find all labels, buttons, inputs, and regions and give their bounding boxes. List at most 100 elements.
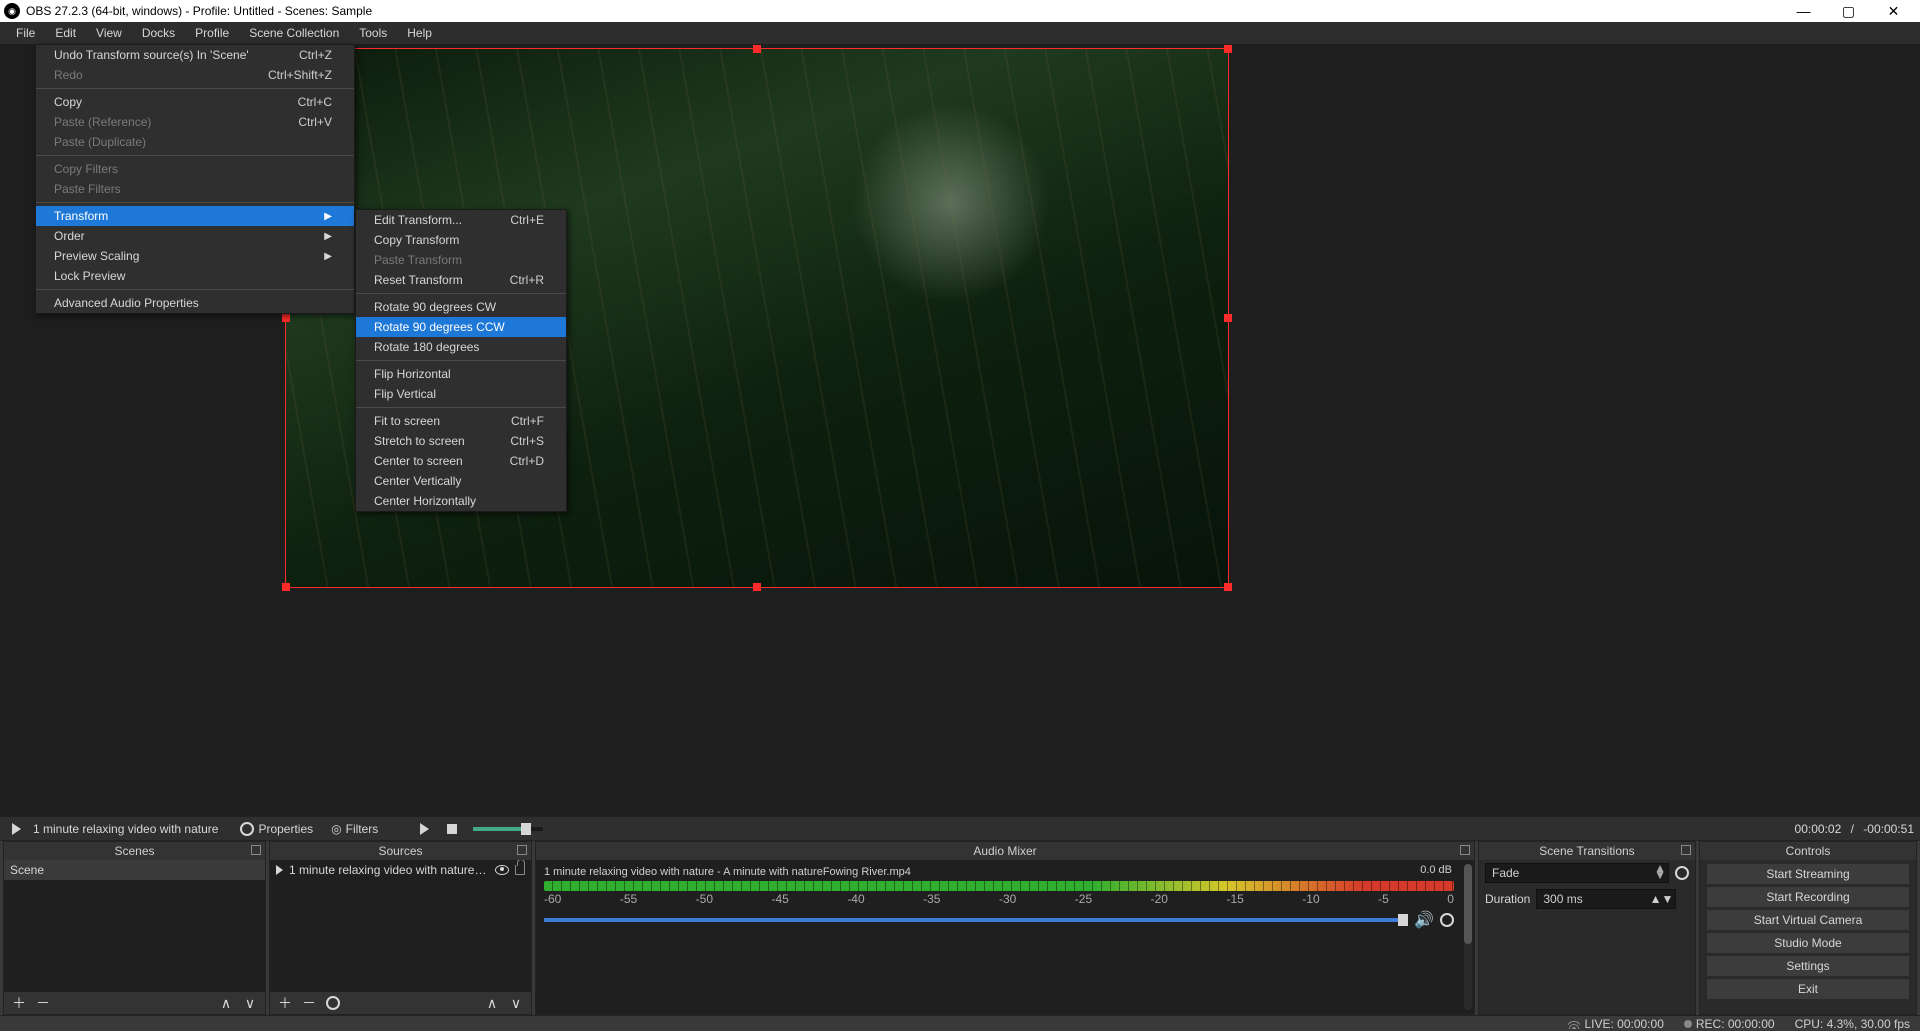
status-rec: REC: 00:00:00 (1696, 1017, 1775, 1031)
edit-menu-item-11[interactable]: Order▶ (36, 226, 354, 246)
transform-menu-item-13[interactable]: Stretch to screenCtrl+S (356, 431, 566, 451)
transform-menu-item-1[interactable]: Copy Transform (356, 230, 566, 250)
menu-edit[interactable]: Edit (45, 22, 86, 44)
controls-panel: Controls Start StreamingStart RecordingS… (1699, 841, 1917, 1015)
control-settings-button[interactable]: Settings (1706, 955, 1910, 977)
menu-scene-collection[interactable]: Scene Collection (239, 22, 349, 44)
mixer-track: 1 minute relaxing video with nature - A … (536, 860, 1474, 934)
edit-menu-item-8: Paste Filters (36, 179, 354, 199)
scene-transitions-panel: Scene Transitions Fade ▲▼ Duration 300 m… (1478, 841, 1696, 1015)
lock-icon[interactable] (515, 865, 525, 875)
audio-meter (544, 881, 1454, 891)
control-exit-button[interactable]: Exit (1706, 978, 1910, 1000)
bottom-panels: Scenes Scene ＋ － ∧ ∨ Sources 1 minute re… (0, 841, 1920, 1015)
edit-menu-dropdown: Undo Transform source(s) In 'Scene'Ctrl+… (35, 44, 355, 314)
transform-menu-item-16[interactable]: Center Horizontally (356, 491, 566, 511)
control-studio-mode-button[interactable]: Studio Mode (1706, 932, 1910, 954)
transform-menu-item-15[interactable]: Center Vertically (356, 471, 566, 491)
volume-slider[interactable] (544, 918, 1408, 922)
transform-menu-item-5[interactable]: Rotate 90 degrees CW (356, 297, 566, 317)
popout-icon[interactable] (1460, 845, 1470, 855)
control-start-streaming-button[interactable]: Start Streaming (1706, 863, 1910, 885)
menu-bar: FileEditViewDocksProfileScene Collection… (0, 22, 1920, 44)
transform-menu-item-6[interactable]: Rotate 90 degrees CCW (356, 317, 566, 337)
transform-menu-item-2: Paste Transform (356, 250, 566, 270)
meter-ticks: -60-55-50-45-40-35-30-25-20-15-10-50 (544, 892, 1454, 906)
transform-submenu-dropdown: Edit Transform...Ctrl+ECopy TransformPas… (355, 209, 567, 512)
duration-input[interactable]: 300 ms ▲▼ (1536, 889, 1676, 909)
transform-menu-item-0[interactable]: Edit Transform...Ctrl+E (356, 210, 566, 230)
duration-label: Duration (1485, 892, 1530, 906)
media-seek-slider[interactable] (473, 827, 543, 831)
edit-menu-item-0[interactable]: Undo Transform source(s) In 'Scene'Ctrl+… (36, 45, 354, 65)
add-scene-button[interactable]: ＋ (10, 994, 28, 1012)
filters-button[interactable]: ◎Filters (325, 819, 384, 839)
speaker-icon[interactable]: 🔊 (1414, 910, 1434, 930)
edit-menu-item-12[interactable]: Preview Scaling▶ (36, 246, 354, 266)
transform-menu-item-7[interactable]: Rotate 180 degrees (356, 337, 566, 357)
add-source-button[interactable]: ＋ (276, 994, 294, 1012)
scenes-panel: Scenes Scene ＋ － ∧ ∨ (3, 841, 266, 1015)
menu-profile[interactable]: Profile (185, 22, 239, 44)
mixer-db-value: 0.0 dB (1420, 864, 1452, 876)
media-stop-button[interactable] (441, 819, 463, 839)
sources-panel: Sources 1 minute relaxing video with nat… (269, 841, 532, 1015)
edit-menu-item-10[interactable]: Transform▶ (36, 206, 354, 226)
mixer-scrollbar[interactable] (1464, 864, 1472, 1010)
edit-menu-item-1: RedoCtrl+Shift+Z (36, 65, 354, 85)
transform-menu-item-14[interactable]: Center to screenCtrl+D (356, 451, 566, 471)
popout-icon[interactable] (251, 845, 261, 855)
media-time-remaining: -00:00:51 (1863, 822, 1914, 836)
transform-menu-item-12[interactable]: Fit to screenCtrl+F (356, 411, 566, 431)
edit-menu-item-7: Copy Filters (36, 159, 354, 179)
transition-settings-icon[interactable] (1675, 866, 1689, 880)
close-button[interactable]: ✕ (1871, 0, 1916, 22)
status-cpu: CPU: 4.3%, 30.00 fps (1795, 1017, 1910, 1031)
obs-logo-icon: ◉ (4, 3, 20, 19)
mixer-title: Audio Mixer (973, 844, 1036, 858)
edit-menu-item-13[interactable]: Lock Preview (36, 266, 354, 286)
transition-type-combo[interactable]: Fade ▲▼ (1485, 863, 1669, 883)
remove-source-button[interactable]: － (300, 994, 318, 1012)
control-start-recording-button[interactable]: Start Recording (1706, 886, 1910, 908)
transform-menu-item-9[interactable]: Flip Horizontal (356, 364, 566, 384)
source-properties-button[interactable] (324, 994, 342, 1012)
transform-menu-item-10[interactable]: Flip Vertical (356, 384, 566, 404)
scene-up-button[interactable]: ∧ (217, 994, 235, 1012)
scene-item[interactable]: Scene (4, 860, 265, 880)
media-play-button[interactable] (414, 819, 435, 839)
menu-view[interactable]: View (86, 22, 132, 44)
source-up-button[interactable]: ∧ (483, 994, 501, 1012)
properties-button[interactable]: Properties (234, 819, 319, 839)
edit-menu-item-3[interactable]: CopyCtrl+C (36, 92, 354, 112)
popout-icon[interactable] (517, 845, 527, 855)
menu-help[interactable]: Help (397, 22, 442, 44)
control-start-virtual-camera-button[interactable]: Start Virtual Camera (1706, 909, 1910, 931)
popout-icon[interactable] (1681, 845, 1691, 855)
media-time-current: 00:00:02 (1795, 822, 1842, 836)
gear-icon (326, 996, 340, 1010)
remove-scene-button[interactable]: － (34, 994, 52, 1012)
media-icon (276, 865, 283, 875)
scene-down-button[interactable]: ∨ (241, 994, 259, 1012)
source-item-label: 1 minute relaxing video with nature - A … (289, 863, 489, 877)
transitions-title: Scene Transitions (1539, 844, 1634, 858)
gear-icon (240, 822, 254, 836)
no-source-play-icon[interactable] (6, 819, 27, 839)
menu-file[interactable]: File (6, 22, 45, 44)
maximize-button[interactable]: ▢ (1826, 0, 1871, 22)
filters-icon: ◎ (331, 822, 341, 836)
menu-docks[interactable]: Docks (132, 22, 185, 44)
menu-tools[interactable]: Tools (349, 22, 397, 44)
minimize-button[interactable]: — (1781, 0, 1826, 22)
selected-source-label: 1 minute relaxing video with nature (33, 822, 228, 836)
source-down-button[interactable]: ∨ (507, 994, 525, 1012)
audio-mixer-panel: Audio Mixer 1 minute relaxing video with… (535, 841, 1475, 1015)
context-toolbar: 1 minute relaxing video with nature Prop… (0, 816, 1920, 841)
visibility-icon[interactable] (495, 865, 509, 875)
source-item[interactable]: 1 minute relaxing video with nature - A … (270, 860, 531, 880)
edit-menu-item-15[interactable]: Advanced Audio Properties (36, 293, 354, 313)
track-settings-icon[interactable] (1440, 913, 1454, 927)
controls-title: Controls (1786, 844, 1831, 858)
transform-menu-item-3[interactable]: Reset TransformCtrl+R (356, 270, 566, 290)
